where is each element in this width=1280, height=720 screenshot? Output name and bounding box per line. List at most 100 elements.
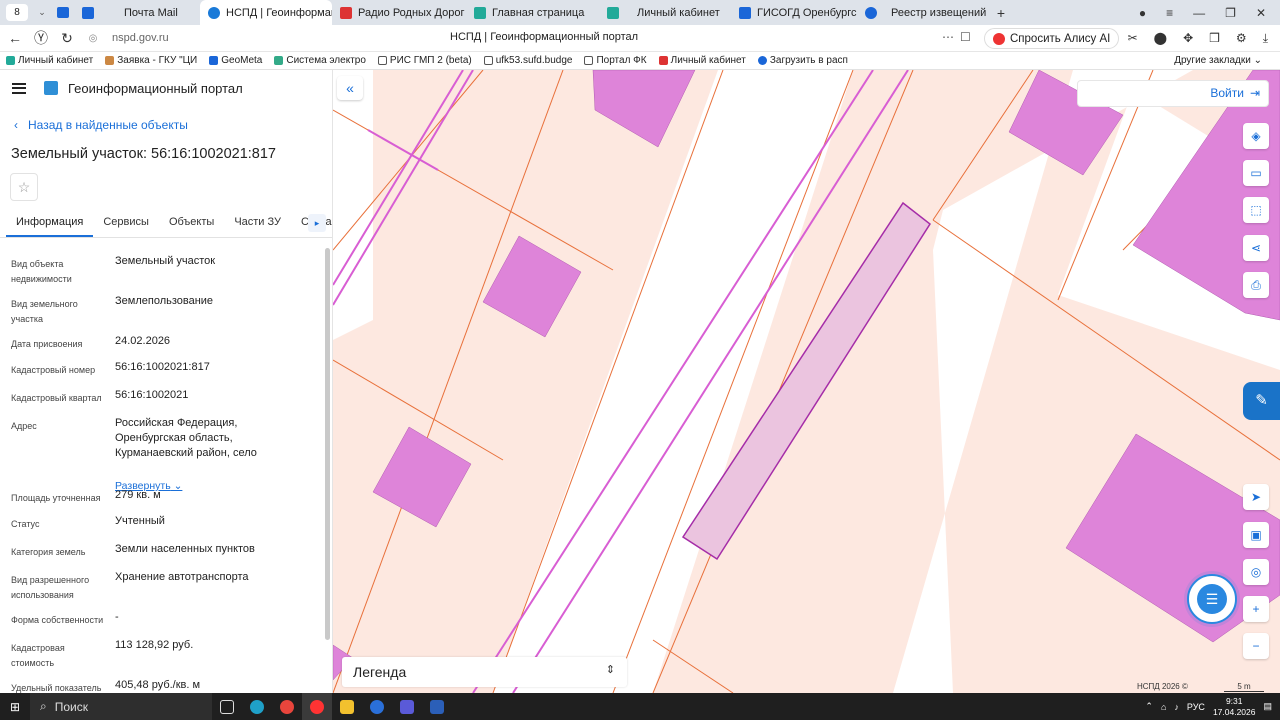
tab-parts[interactable]: Части ЗУ <box>224 210 291 237</box>
tab-info[interactable]: Информация <box>6 210 94 237</box>
tools-icon[interactable]: ✂ <box>1128 31 1138 46</box>
layers-button[interactable]: ◈ <box>1243 123 1269 149</box>
app-icon[interactable] <box>392 693 422 720</box>
bookmark-item[interactable]: РИС ГМП 2 (beta) <box>372 55 478 66</box>
clock[interactable]: 9:31 17.04.2026 <box>1213 696 1256 718</box>
notification-icon[interactable]: ▤ <box>1263 701 1272 712</box>
legend-panel[interactable]: Легенда ⇕ <box>342 657 627 687</box>
tab-objects[interactable]: Объекты <box>159 210 224 237</box>
tab-mail[interactable]: Почта Mail <box>74 0 200 25</box>
reload-icon[interactable]: ↻ <box>56 30 78 47</box>
share-button[interactable]: ⋖ <box>1243 235 1269 261</box>
tab-services[interactable]: Сервисы <box>93 210 159 237</box>
tab-main-page[interactable]: Главная страница <box>466 0 599 25</box>
property-value: Земельный участок <box>115 255 216 267</box>
print-button[interactable]: ⎙ <box>1243 272 1269 298</box>
favorite-star-icon[interactable]: ☆ <box>10 173 38 201</box>
chevron-up-icon[interactable]: ⌃ <box>1145 701 1153 712</box>
download-icon[interactable]: ⤓ <box>1263 31 1268 46</box>
zoom-out-button[interactable]: − <box>1243 633 1269 659</box>
profile-icon[interactable]: ⬤ <box>1154 31 1167 46</box>
share-icon: ⋖ <box>1250 241 1262 255</box>
map-copyright: НСПД 2026 © <box>1137 682 1188 691</box>
menu-icon[interactable] <box>12 82 26 94</box>
url-field[interactable]: nspd.gov.ru <box>112 32 272 44</box>
tab-nspd[interactable]: НСПД | Геоинформаци✕ <box>200 0 332 25</box>
mail-icon <box>82 6 94 19</box>
panel-scrollbar[interactable] <box>325 248 330 640</box>
profile-badge[interactable]: 8 <box>6 4 28 21</box>
word-icon[interactable] <box>422 693 452 720</box>
app-icon[interactable] <box>362 693 392 720</box>
bookmark-item[interactable]: Загрузить в расп <box>752 55 854 66</box>
bookmarks-bar: Личный кабинет Заявка - ГКУ "ЦИ GeoMeta … <box>0 52 1280 70</box>
bookmark-item[interactable]: GeoMeta <box>203 55 268 66</box>
zoom-in-button[interactable]: + <box>1243 596 1269 622</box>
extensions-icon[interactable]: ✥ <box>1183 31 1193 46</box>
chevron-down-icon[interactable]: ⌄ <box>32 7 52 18</box>
file-explorer-icon[interactable] <box>332 693 362 720</box>
shield-icon <box>607 6 619 19</box>
back-to-results-link[interactable]: ‹ Назад в найденные объекты <box>14 118 188 132</box>
bookmark-item[interactable]: Личный кабинет <box>653 55 752 66</box>
briefcase-icon[interactable] <box>52 7 74 18</box>
taskbar-search[interactable]: ⌕ Поиск <box>30 693 212 720</box>
collapse-panel-button[interactable]: « <box>337 76 363 100</box>
alisa-button[interactable]: Спросить Алису AI <box>984 28 1120 49</box>
bookmark-icon[interactable]: ☐ <box>960 30 971 44</box>
select-area-button[interactable]: ⬚ <box>1243 197 1269 223</box>
yandex-icon[interactable]: Ⓨ <box>30 28 52 48</box>
taskbar: ⊞ ⌕ Поиск ⌃ ⌂ ♪ РУС 9:31 17.04.2026 ▤ <box>0 693 1280 720</box>
page-icon <box>377 56 387 65</box>
volume-icon[interactable]: ♪ <box>1174 702 1179 712</box>
map-canvas[interactable] <box>333 70 1280 693</box>
alisa-icon <box>993 32 1005 45</box>
bookmark-item[interactable]: Заявка - ГКУ "ЦИ <box>99 55 203 66</box>
chat-button[interactable]: ☰ <box>1187 574 1237 624</box>
bookmark-item[interactable]: ufk53.sufd.budge <box>478 55 579 66</box>
portal-logo-icon <box>44 81 58 95</box>
select-area-icon: ⬚ <box>1250 203 1262 217</box>
task-view-icon[interactable] <box>212 693 242 720</box>
collections-icon[interactable]: ❒ <box>1209 31 1220 46</box>
cadastral-map[interactable] <box>333 70 1280 693</box>
locate-button[interactable]: ➤ <box>1243 484 1269 510</box>
property-value: 56:16:1002021 <box>115 389 189 401</box>
other-bookmarks[interactable]: Другие закладки ⌄ <box>1174 55 1262 66</box>
language-indicator[interactable]: РУС <box>1187 702 1205 712</box>
bookmark-item[interactable]: Портал ФК <box>578 55 652 66</box>
login-button[interactable]: Войти ⇥ <box>1210 86 1260 100</box>
edge-icon[interactable] <box>242 693 272 720</box>
more-icon[interactable]: ⋯ <box>942 30 954 44</box>
ruler-button[interactable]: ▭ <box>1243 160 1269 186</box>
geolocation-button[interactable]: ◎ <box>1243 559 1269 585</box>
yandex-browser-icon[interactable] <box>302 693 332 720</box>
menu-icon[interactable]: ≡ <box>1166 6 1173 20</box>
close-window-button[interactable]: ✕ <box>1256 6 1266 20</box>
support-chat-icon[interactable]: ✎ <box>1243 382 1280 420</box>
start-icon[interactable]: ⊞ <box>0 700 30 714</box>
tab-personal-cabinet[interactable]: Личный кабинет <box>599 0 731 25</box>
property-label: Форма собственности <box>11 615 104 625</box>
object-info-panel: Геоинформационный портал ‹ Назад в найден… <box>0 70 333 693</box>
tab-gisogd[interactable]: ГИСОГД Оренбургской о <box>731 0 857 25</box>
account-icon[interactable]: ● <box>1139 6 1146 20</box>
tab-registry[interactable]: Реестр извещений <box>857 0 987 25</box>
system-icon <box>274 56 284 65</box>
restore-button[interactable]: ❐ <box>1225 6 1236 20</box>
settings-icon[interactable]: ⚙ <box>1236 31 1247 46</box>
new-tab-button[interactable]: + <box>991 5 1011 21</box>
site-info-icon[interactable]: ◎ <box>82 33 104 44</box>
network-icon[interactable]: ⌂ <box>1161 702 1166 712</box>
property-label: Адрес <box>11 421 37 431</box>
minimize-button[interactable]: — <box>1193 6 1205 20</box>
minimap-button[interactable]: ▣ <box>1243 522 1269 548</box>
bookmark-item[interactable]: Система электро <box>268 55 372 66</box>
bookmark-item[interactable]: Личный кабинет <box>0 55 99 66</box>
chevron-right-icon[interactable]: ▸ <box>308 214 326 232</box>
back-icon[interactable]: ← <box>4 30 26 46</box>
tab-radio[interactable]: Радио Родных Дорог слу <box>332 0 466 25</box>
property-value: 56:16:1002021:817 <box>115 361 210 373</box>
shield-icon <box>474 6 486 19</box>
chrome-icon[interactable] <box>272 693 302 720</box>
